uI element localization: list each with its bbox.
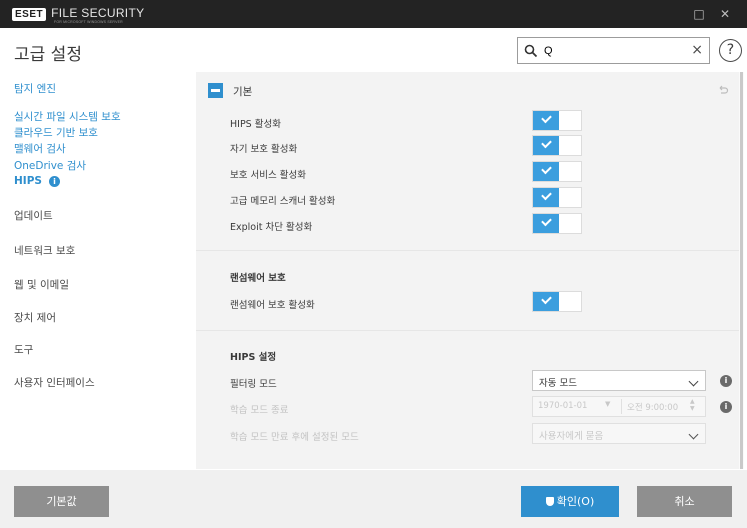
default-button[interactable]: 기본값 xyxy=(14,486,109,517)
search-icon xyxy=(524,44,538,58)
sidebar-item-malware-scans[interactable]: 맬웨어 검사 xyxy=(14,141,66,156)
protected-service-toggle[interactable] xyxy=(532,161,582,182)
sidebar-item-hips-label: HIPS xyxy=(14,175,42,187)
search-input[interactable] xyxy=(544,41,684,60)
learning-time-value: 오전 9:00:00 xyxy=(627,403,679,413)
learning-date-value: 1970-01-01 xyxy=(538,401,588,411)
self-defense-toggle[interactable] xyxy=(532,135,582,156)
shield-icon xyxy=(545,497,554,506)
section-title: 기본 xyxy=(233,86,253,98)
eset-logo: ESET xyxy=(12,7,47,21)
sidebar-item-device-control[interactable]: 장치 제어 xyxy=(14,310,56,325)
scrollbar-thumb[interactable] xyxy=(740,72,743,469)
memory-scanner-label: 고급 메모리 스캐너 활성화 xyxy=(230,196,336,207)
filtering-mode-label: 필터링 모드 xyxy=(230,379,277,390)
search-clear-button[interactable]: × xyxy=(691,42,703,58)
hips-enable-label: HIPS 활성화 xyxy=(230,119,281,130)
minimize-button[interactable]: □ xyxy=(689,4,709,24)
exploit-blocker-toggle[interactable] xyxy=(532,213,582,234)
scrollbar[interactable] xyxy=(739,72,744,469)
help-icon[interactable]: ? xyxy=(719,39,742,62)
memory-scanner-toggle[interactable] xyxy=(532,187,582,208)
revert-icon[interactable] xyxy=(717,84,729,96)
self-defense-label: 자기 보호 활성화 xyxy=(230,144,298,155)
sidebar-item-hips[interactable]: HIPS i xyxy=(14,175,60,187)
check-icon xyxy=(533,111,559,130)
learning-mode-info-icon[interactable]: i xyxy=(720,401,732,413)
hips-enable-toggle[interactable] xyxy=(532,110,582,131)
chevron-down-icon xyxy=(688,376,699,387)
sidebar-item-realtime-protection[interactable]: 실시간 파일 시스템 보호 xyxy=(14,109,121,124)
check-icon xyxy=(533,162,559,181)
sidebar-item-update[interactable]: 업데이트 xyxy=(14,208,53,223)
after-learning-mode-value: 사용자에게 묻음 xyxy=(539,431,604,442)
footer: 기본값 확인(O) 취소 xyxy=(0,470,747,528)
time-spinner-icon: ▲ ▼ xyxy=(690,398,695,412)
divider xyxy=(196,250,739,251)
sidebar-item-onedrive-scan[interactable]: OneDrive 검사 xyxy=(14,158,86,173)
learning-mode-end-picker[interactable]: 1970-01-01 ▼ 오전 9:00:00 ▲ ▼ xyxy=(532,396,706,417)
filtering-mode-info-icon[interactable]: i xyxy=(720,375,732,387)
sidebar-item-cloud-protection[interactable]: 클라우드 기반 보호 xyxy=(14,125,98,140)
sidebar-item-network-protection[interactable]: 네트워크 보호 xyxy=(14,243,75,258)
divider xyxy=(196,330,739,331)
search-box[interactable]: × xyxy=(517,37,710,64)
learning-date-field[interactable]: 1970-01-01 ▼ xyxy=(533,397,621,416)
sidebar-item-detection-engine[interactable]: 탐지 엔진 xyxy=(14,81,56,96)
settings-panel: 기본 HIPS 활성화 자기 보호 활성화 보호 서비스 활성화 고급 메모리 … xyxy=(196,72,739,469)
sidebar-item-user-interface[interactable]: 사용자 인터페이스 xyxy=(14,375,95,390)
check-icon xyxy=(533,214,559,233)
check-icon xyxy=(533,136,559,155)
product-name: FILE SECURITY xyxy=(51,6,145,20)
check-icon xyxy=(533,292,559,311)
title-bar: ESET FILE SECURITY FOR MICROSOFT WINDOWS… xyxy=(0,0,747,28)
cancel-button[interactable]: 취소 xyxy=(637,486,732,517)
ok-button-label: 확인(O) xyxy=(556,495,595,508)
ok-button[interactable]: 확인(O) xyxy=(521,486,619,517)
filtering-mode-select[interactable]: 자동 모드 xyxy=(532,370,706,391)
brand: ESET FILE SECURITY FOR MICROSOFT WINDOWS… xyxy=(12,6,145,24)
sidebar-item-tools[interactable]: 도구 xyxy=(14,342,33,357)
learning-mode-end-label: 학습 모드 종료 xyxy=(230,405,289,416)
after-learning-mode-select[interactable]: 사용자에게 묻음 xyxy=(532,423,706,444)
sidebar: 탐지 엔진 실시간 파일 시스템 보호 클라우드 기반 보호 맬웨어 검사 On… xyxy=(0,72,190,464)
sidebar-item-web-email[interactable]: 웹 및 이메일 xyxy=(14,277,69,292)
chevron-down-icon xyxy=(688,429,699,440)
learning-time-field[interactable]: 오전 9:00:00 ▲ ▼ xyxy=(622,397,705,416)
check-icon xyxy=(533,188,559,207)
collapse-section-button[interactable] xyxy=(208,83,223,98)
ransomware-enable-label: 랜섬웨어 보호 활성화 xyxy=(230,300,315,311)
filtering-mode-value: 자동 모드 xyxy=(539,378,577,389)
exploit-blocker-label: Exploit 차단 활성화 xyxy=(230,222,313,233)
protected-service-label: 보호 서비스 활성화 xyxy=(230,170,306,181)
product-subtitle: FOR MICROSOFT WINDOWS SERVER xyxy=(54,20,123,24)
close-window-button[interactable]: ✕ xyxy=(715,4,735,24)
date-dropdown-icon: ▼ xyxy=(605,400,611,408)
ransomware-enable-toggle[interactable] xyxy=(532,291,582,312)
hips-settings-title: HIPS 설정 xyxy=(230,352,277,363)
ransomware-section-title: 랜섬웨어 보호 xyxy=(230,273,286,284)
after-learning-mode-label: 학습 모드 만료 후에 설정된 모드 xyxy=(230,432,359,443)
page-title: 고급 설정 xyxy=(14,45,82,65)
section-header: 기본 xyxy=(196,80,739,104)
hips-info-icon[interactable]: i xyxy=(48,176,60,187)
